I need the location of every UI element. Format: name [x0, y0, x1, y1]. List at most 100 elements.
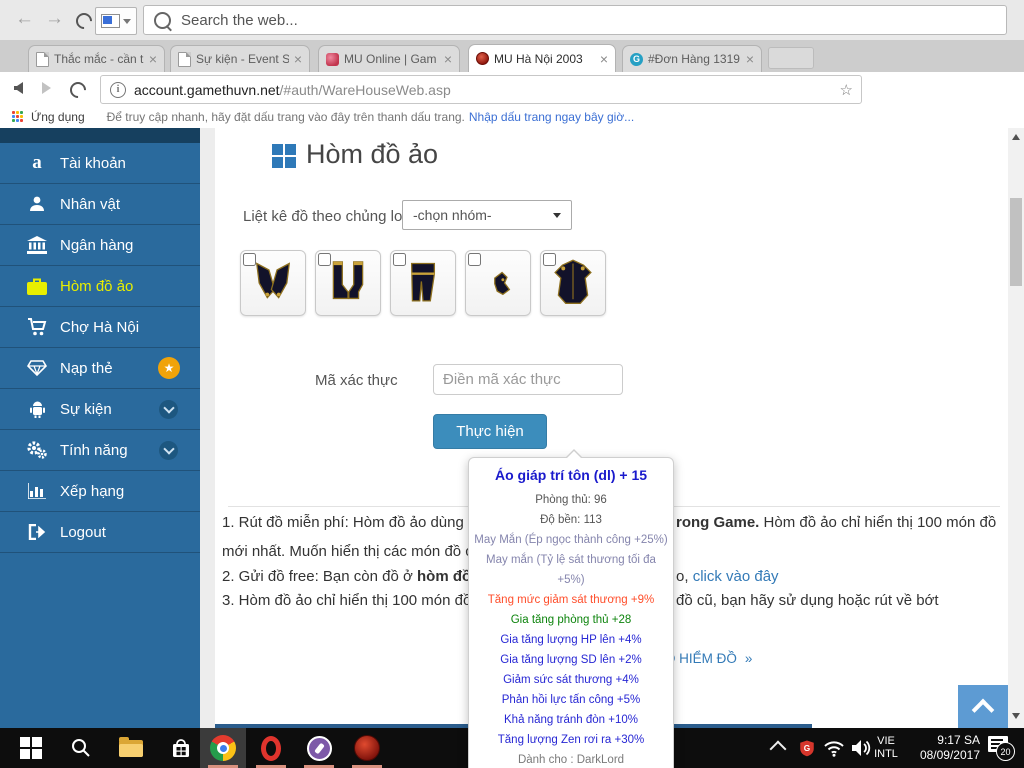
sidebar-item-logout[interactable]: Logout	[0, 512, 200, 553]
sidebar: a Tài khoản Nhân vật Ngân hàng Hòm đồ ảo…	[0, 128, 200, 728]
sidebar-item-label: Ngân hàng	[60, 236, 134, 254]
apps-grid-icon[interactable]	[12, 110, 24, 123]
scrollbar-up-icon[interactable]	[1012, 134, 1020, 140]
tray-date: 08/09/2017	[919, 748, 980, 762]
url-field[interactable]: i account.gamethuvn.net/#auth/WareHouseW…	[100, 75, 862, 104]
sidebar-item-nap-the[interactable]: Nạp thẻ ★	[0, 348, 200, 389]
group-select[interactable]: -chọn nhóm-	[402, 200, 572, 230]
tooltip-line: Tăng lượng Zen rơi ra +30%	[497, 734, 645, 746]
svg-text:G: G	[804, 744, 810, 753]
tab-don-hang[interactable]: G #Đơn Hàng 1319 ×	[622, 45, 762, 72]
close-tab-icon[interactable]: ×	[600, 52, 608, 66]
back-icon[interactable]	[14, 82, 23, 94]
tab-su-kien[interactable]: Sự kiện - Event Si ×	[170, 45, 310, 72]
close-tab-icon[interactable]: ×	[149, 52, 157, 66]
sidebar-item-su-kien[interactable]: Sự kiện	[0, 389, 200, 430]
sidebar-item-label: Tính năng	[60, 441, 128, 459]
close-tab-icon[interactable]: ×	[294, 52, 302, 66]
file-explorer-icon[interactable]	[108, 728, 154, 768]
note-line3-right: o, click vào đây	[676, 568, 779, 585]
note-text: Hòm đồ ảo chỉ hiển thị 100 món đồ	[759, 514, 997, 531]
sidebar-item-xep-hang[interactable]: Xếp hạng	[0, 471, 200, 512]
search-input[interactable]	[179, 10, 1006, 30]
scroll-to-top-button[interactable]	[958, 685, 1008, 728]
submit-button[interactable]: Thực hiện	[433, 414, 547, 449]
note-line1-left: 1. Rút đồ miễn phí: Hòm đồ ảo dùng để	[222, 514, 485, 531]
page-content: a Tài khoản Nhân vật Ngân hàng Hòm đồ ảo…	[0, 128, 1024, 768]
bookmarks-bar: Ứng dụng Để truy cập nhanh, hãy đặt dấu …	[0, 105, 1024, 129]
sidebar-item-label: Hòm đồ ảo	[60, 277, 134, 295]
language-line2: INTL	[874, 748, 898, 760]
logout-icon	[24, 524, 50, 540]
sidebar-item-label: Tài khoản	[60, 154, 126, 172]
sidebar-item-label: Chợ Hà Nội	[60, 318, 140, 336]
warehouse-item-pants[interactable]	[390, 250, 456, 316]
language-line1: VIE	[877, 735, 895, 747]
tab-title: #Đơn Hàng 1319	[648, 52, 740, 66]
captcha-input[interactable]	[433, 364, 623, 395]
gears-icon	[24, 441, 50, 459]
toolbar-reload-icon[interactable]	[72, 9, 96, 33]
tab-title: MU Hà Nội 2003	[494, 51, 583, 66]
reload-icon[interactable]	[66, 78, 90, 102]
chrome-taskbar-icon[interactable]	[200, 728, 246, 768]
star-badge: ★	[158, 357, 180, 379]
warehouse-item-gloves[interactable]	[240, 250, 306, 316]
import-bookmarks-link[interactable]: Nhập dấu trang ngay bây giờ...	[469, 110, 634, 124]
sidebar-item-tai-khoan[interactable]: a Tài khoản	[0, 143, 200, 184]
sidebar-item-label: Nhân vật	[60, 195, 121, 213]
tab-title: Sự kiện - Event Si	[196, 52, 289, 66]
sidebar-item-hom-do-ao[interactable]: Hòm đồ ảo	[0, 266, 200, 307]
language-indicator[interactable]: VIE INTL	[866, 735, 906, 761]
warehouse-item-armor[interactable]	[540, 250, 606, 316]
forward-icon[interactable]	[42, 82, 51, 94]
antivirus-shield-icon[interactable]: G	[798, 737, 816, 764]
site-info-icon[interactable]: i	[110, 81, 126, 98]
warehouse-item-boots[interactable]	[315, 250, 381, 316]
opera-taskbar-icon[interactable]	[248, 728, 294, 768]
search-icon	[154, 11, 171, 29]
windows-logo-icon	[272, 144, 296, 168]
warehouse-item-pet[interactable]	[465, 250, 531, 316]
sidebar-item-ngan-hang[interactable]: Ngân hàng	[0, 225, 200, 266]
start-button[interactable]	[8, 728, 54, 768]
wifi-icon[interactable]	[823, 740, 845, 762]
clock[interactable]: 9:17 SA 08/09/2017	[902, 733, 980, 763]
store-icon[interactable]	[158, 728, 204, 768]
web-search-box[interactable]	[143, 5, 1007, 35]
sidebar-item-label: Nạp thẻ	[60, 359, 113, 377]
tooltip-item-name: Áo giáp trí tôn (dl) + 15	[494, 467, 648, 483]
g-favicon: G	[630, 52, 643, 66]
notification-count-badge: 20	[996, 742, 1015, 761]
bookmark-star-icon[interactable]: ☆	[840, 81, 853, 99]
sidebar-item-label: Xếp hạng	[60, 482, 125, 500]
cart-icon	[24, 318, 50, 336]
tray-expand-icon[interactable]	[769, 738, 787, 758]
viber-taskbar-icon[interactable]	[296, 728, 342, 768]
chevron-down-icon	[123, 18, 131, 24]
sidebar-item-nhan-vat[interactable]: Nhân vật	[0, 184, 200, 225]
sidebar-item-label: Logout	[60, 523, 106, 541]
tab-mu-ha-noi-active[interactable]: MU Hà Nội 2003 ×	[468, 44, 616, 72]
taskbar-search-icon[interactable]	[58, 728, 104, 768]
sidebar-item-tinh-nang[interactable]: Tính năng	[0, 430, 200, 471]
click-here-link[interactable]: click vào đây	[693, 568, 779, 585]
notification-center-icon[interactable]: 20	[988, 736, 1015, 761]
item-tooltip: Áo giáp trí tôn (dl) + 15 Phòng thủ: 96 …	[468, 449, 674, 768]
close-tab-icon[interactable]: ×	[746, 52, 754, 66]
group-select-value: -chọn nhóm-	[413, 207, 492, 223]
sidebar-item-cho-ha-noi[interactable]: Chợ Hà Nội	[0, 307, 200, 348]
toolbar-forward-icon[interactable]: →	[45, 8, 64, 30]
tab-thac-mac[interactable]: Thắc mắc - cần tu ×	[28, 45, 165, 72]
page-scrollbar[interactable]	[1008, 128, 1024, 728]
toolbar-back-icon[interactable]: ←	[15, 8, 34, 30]
scrollbar-down-icon[interactable]	[1012, 713, 1020, 719]
scrollbar-thumb[interactable]	[1010, 198, 1022, 286]
new-tab-button[interactable]	[768, 47, 814, 69]
toolbar-widget-button[interactable]	[95, 7, 137, 35]
apps-label[interactable]: Ứng dụng	[31, 110, 85, 124]
close-tab-icon[interactable]: ×	[444, 52, 452, 66]
mu-game-taskbar-icon[interactable]	[344, 728, 390, 768]
tooltip-line: May Mắn (Ép ngọc thành công +25%)	[474, 534, 668, 546]
tab-mu-online[interactable]: MU Online | Gam ×	[318, 45, 460, 72]
